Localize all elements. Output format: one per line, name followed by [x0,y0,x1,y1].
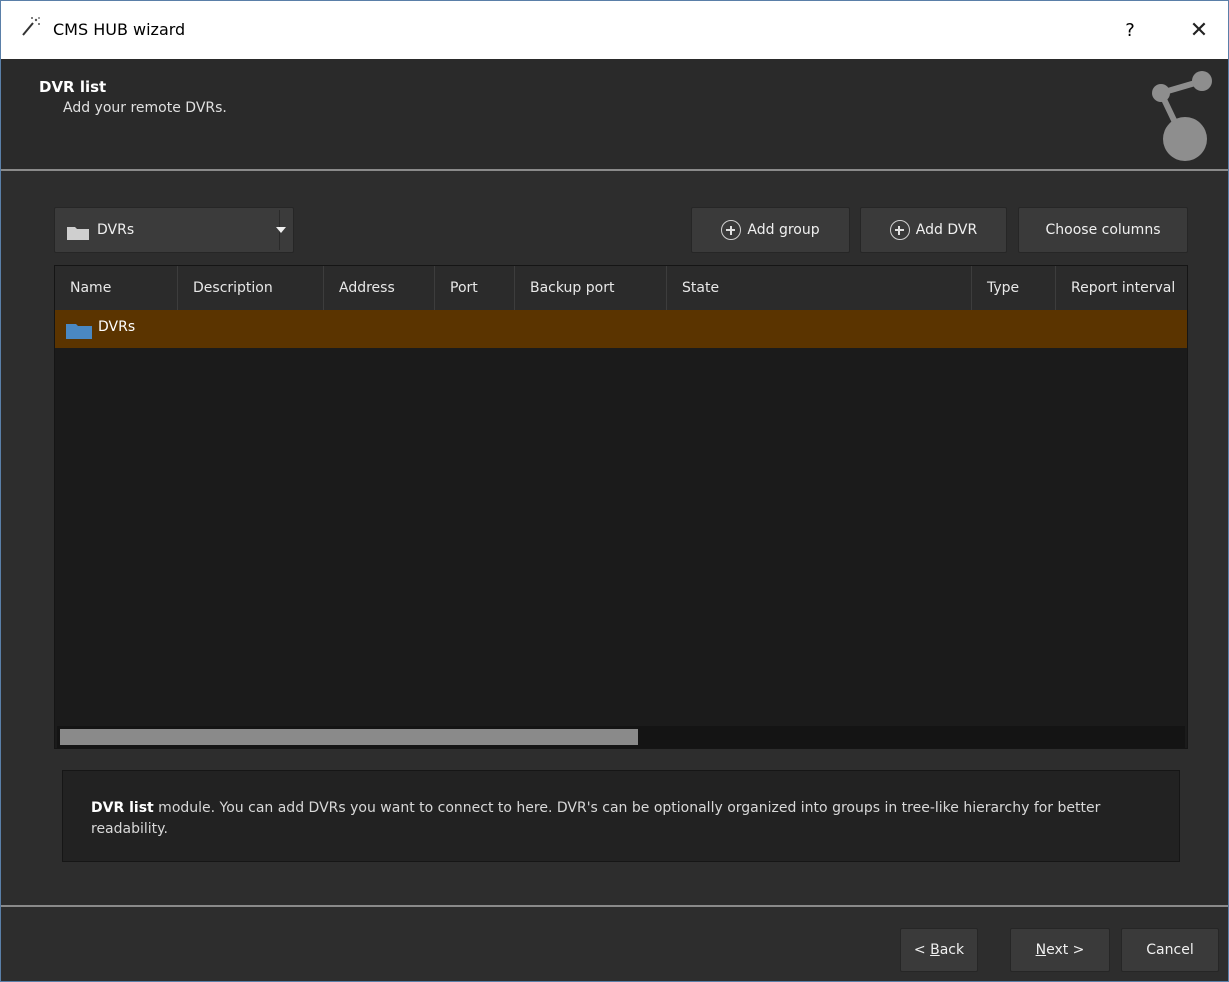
add-group-label: Add group [747,222,820,238]
cancel-button[interactable]: Cancel [1121,928,1219,972]
back-accel: B [930,942,940,958]
chevron-down-icon[interactable] [276,227,286,233]
column-header-backup-port[interactable]: Backup port [515,266,667,310]
column-header-port[interactable]: Port [435,266,515,310]
network-logo-icon [1152,71,1212,161]
wizard-header: DVR list Add your remote DVRs. [1,59,1228,169]
column-header-report-interval[interactable]: Report interval [1056,266,1187,310]
plus-circle-icon [889,220,910,240]
horizontal-scrollbar[interactable] [57,726,1185,748]
title-bar: CMS HUB wizard ? ✕ [1,1,1228,59]
column-header-address[interactable]: Address [324,266,435,310]
column-header-state[interactable]: State [667,266,972,310]
dvr-table[interactable]: Name Description Address Port Backup por… [54,265,1188,749]
module-description-text: module. You can add DVRs you want to con… [91,800,1101,837]
add-dvr-label: Add DVR [915,222,978,238]
help-button[interactable]: ? [1113,14,1147,48]
table-header: Name Description Address Port Backup por… [55,266,1187,310]
back-rest: ack [939,942,965,958]
column-header-type[interactable]: Type [972,266,1056,310]
page-title: DVR list [39,78,107,96]
page-subtitle: Add your remote DVRs. [63,100,227,116]
cancel-button-label: Cancel [1146,942,1194,958]
folder-icon [66,324,92,339]
table-row[interactable]: DVRs [55,310,1187,348]
magic-wand-icon [22,17,40,36]
column-header-description[interactable]: Description [178,266,324,310]
back-prefix: < [913,942,931,958]
add-dvr-button[interactable]: Add DVR [860,207,1007,253]
close-button[interactable]: ✕ [1179,14,1219,48]
next-rest: ext > [1046,942,1085,958]
next-button[interactable]: Next > [1010,928,1110,972]
back-button-label: < Back [914,942,964,958]
next-button-label: Next > [1036,942,1085,958]
folder-icon [67,227,89,240]
add-group-button[interactable]: Add group [691,207,850,253]
next-accel: N [1035,942,1047,958]
choose-columns-button[interactable]: Choose columns [1018,207,1188,253]
plus-circle-icon [721,220,742,240]
module-description: DVR list module. You can add DVRs you wa… [91,798,1161,840]
row-name: DVRs [98,319,136,335]
group-dropdown[interactable]: DVRs [54,207,294,253]
column-header-name[interactable]: Name [55,266,178,310]
back-button[interactable]: < Back [900,928,978,972]
window-title: CMS HUB wizard [53,20,186,39]
module-description-bold: DVR list [91,800,154,816]
choose-columns-label: Choose columns [1045,222,1161,238]
module-description-box: DVR list module. You can add DVRs you wa… [62,770,1180,862]
group-dropdown-value: DVRs [97,222,135,238]
scrollbar-thumb[interactable] [60,729,638,745]
